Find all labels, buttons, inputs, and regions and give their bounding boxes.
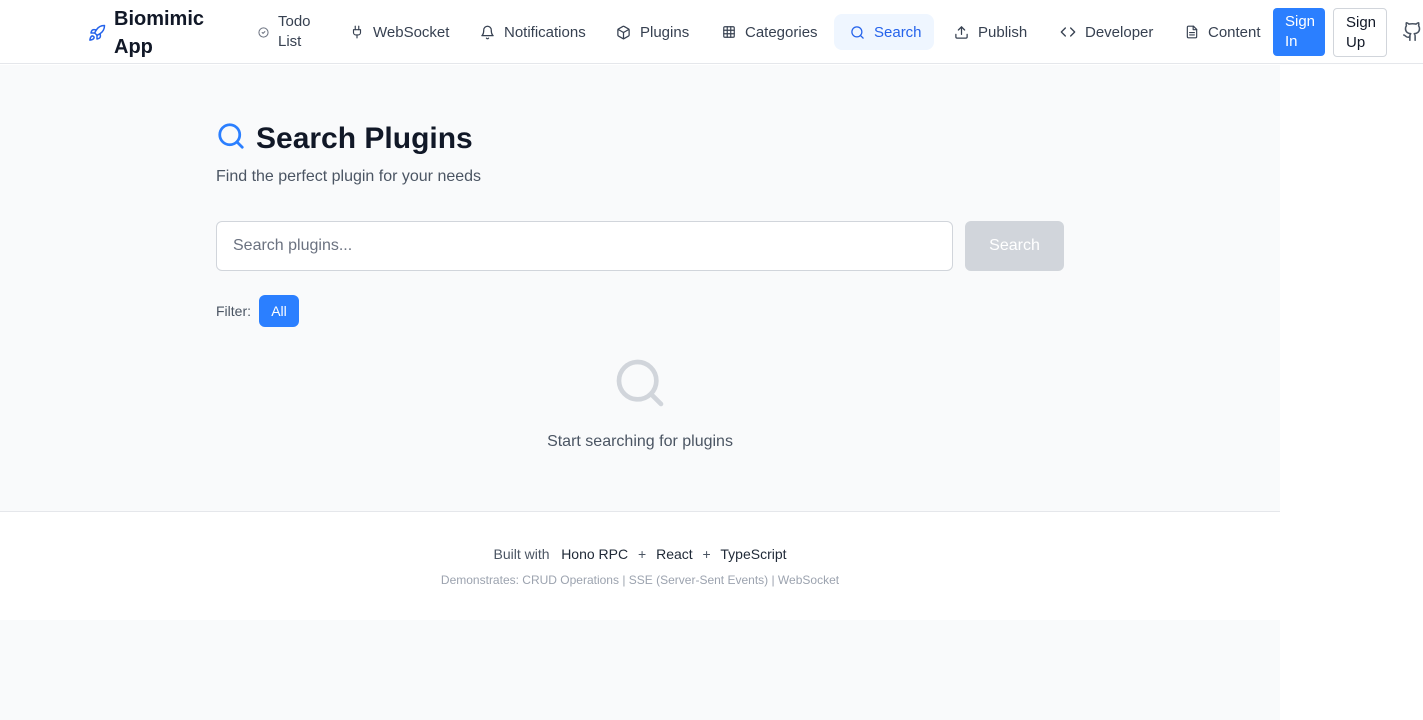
page-title: Search Plugins (256, 121, 473, 155)
github-icon[interactable] (1402, 21, 1423, 47)
nav-item-search[interactable]: Search (834, 14, 934, 50)
nav-label: Developer (1085, 23, 1154, 41)
nav-label: Plugins (640, 23, 690, 41)
plug-icon (352, 25, 362, 39)
page-background (0, 620, 1280, 720)
page-header: Search Plugins (216, 121, 473, 156)
footer-built-with: Built with Hono RPC + React + TypeScript (0, 546, 1280, 562)
nav-label: Publish (978, 23, 1028, 41)
code-icon (1060, 27, 1076, 37)
nav-item-categories[interactable]: Categories (706, 14, 834, 50)
sign-in-button[interactable]: Sign In (1273, 8, 1325, 56)
nav-item-content[interactable]: Content (1169, 14, 1277, 50)
grid-icon (723, 26, 735, 38)
nav-label: WebSocket (373, 23, 450, 41)
nav-label: Todo List (278, 13, 311, 50)
nav-label: Categories (745, 23, 818, 41)
plus-separator: + (638, 546, 647, 562)
search-input[interactable] (216, 221, 953, 271)
file-icon (1186, 25, 1198, 39)
tech-hono-rpc: Hono RPC (561, 546, 629, 562)
bell-icon (481, 25, 494, 39)
rocket-icon (88, 24, 106, 42)
main-content: Search Plugins Find the perfect plugin f… (0, 65, 1280, 511)
filter-label: Filter: (216, 303, 251, 319)
nav-item-websocket[interactable]: WebSocket (334, 14, 465, 50)
search-button[interactable]: Search (965, 221, 1064, 271)
search-icon (612, 355, 668, 416)
tech-react: React (656, 546, 693, 562)
nav-item-notifications[interactable]: Notifications (464, 14, 602, 50)
nav-label: Search (874, 23, 922, 41)
nav-item-plugins[interactable]: Plugins (600, 14, 705, 50)
package-icon (617, 25, 630, 39)
sign-up-button[interactable]: Sign Up (1333, 8, 1387, 57)
footer: Built with Hono RPC + React + TypeScript… (0, 511, 1280, 620)
search-icon (216, 121, 246, 156)
empty-state-text: Start searching for plugins (547, 433, 733, 450)
nav-label: Content (1208, 23, 1261, 41)
upload-icon (955, 25, 968, 39)
nav-item-publish[interactable]: Publish (938, 14, 1043, 50)
brand-name: Biomimic App (114, 8, 205, 58)
filter-chip-all[interactable]: All (259, 295, 299, 327)
nav-label: Notifications (504, 23, 586, 41)
footer-demonstrates: Demonstrates: CRUD Operations | SSE (Ser… (440, 573, 840, 587)
search-icon (851, 25, 864, 39)
nav-item-todo-list[interactable]: Todo List (242, 12, 334, 52)
built-with-label: Built with (493, 546, 550, 562)
plus-separator: + (702, 546, 711, 562)
check-circle-icon (258, 26, 269, 38)
nav-item-developer[interactable]: Developer (1044, 14, 1169, 50)
top-navbar: Biomimic App Todo List WebSocket Notific… (0, 0, 1423, 64)
page-subtitle: Find the perfect plugin for your needs (216, 168, 482, 185)
brand[interactable]: Biomimic App (88, 5, 224, 61)
tech-typescript: TypeScript (720, 546, 787, 562)
